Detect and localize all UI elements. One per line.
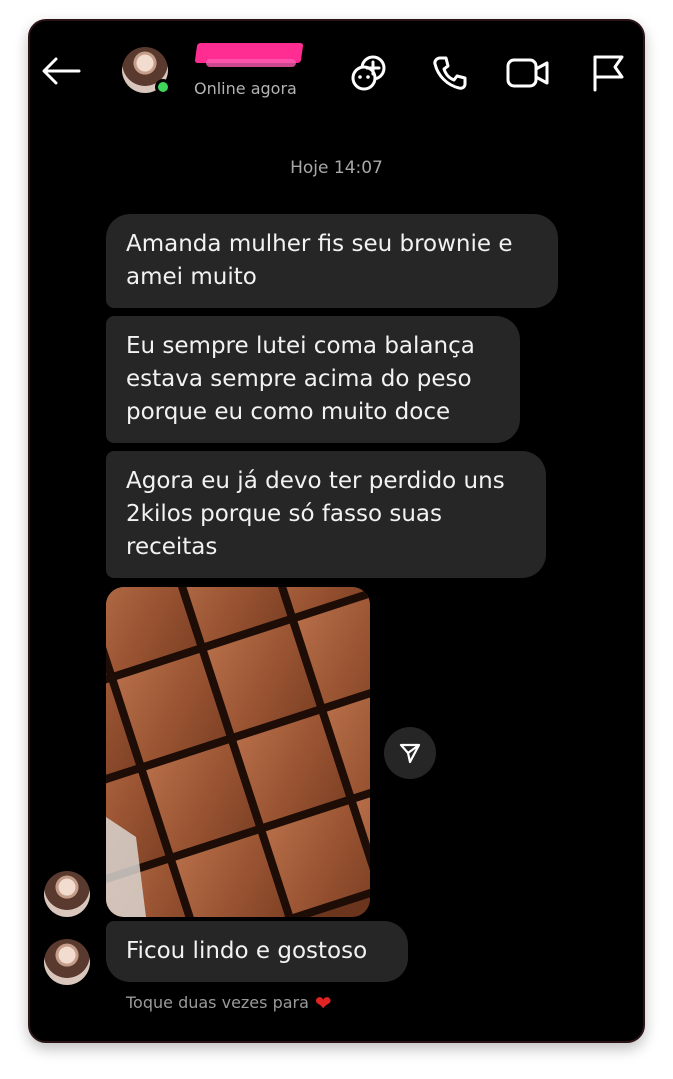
- hint-text: Toque duas vezes para: [126, 993, 309, 1012]
- send-icon[interactable]: [384, 727, 436, 779]
- redacted-name-mark: [206, 59, 296, 67]
- chat-screen: Online agora Hoje 14:07 Amanda mulher fi…: [28, 19, 645, 1043]
- avatar[interactable]: [44, 871, 90, 917]
- phone-icon[interactable]: [428, 51, 472, 95]
- effects-icon[interactable]: [348, 51, 392, 95]
- online-indicator: [155, 79, 171, 95]
- message-bubble[interactable]: Amanda mulher fis seu brownie e amei mui…: [106, 214, 558, 308]
- heart-icon: ❤: [314, 990, 332, 1015]
- chat-timestamp: Hoje 14:07: [290, 158, 383, 178]
- message-bubble[interactable]: Agora eu já devo ter perdido uns 2kilos …: [106, 451, 546, 578]
- online-status: Online agora: [194, 79, 297, 98]
- chat-header: Online agora: [30, 21, 643, 121]
- avatar[interactable]: [44, 939, 90, 985]
- message-bubble[interactable]: Ficou lindo e gostoso: [106, 921, 408, 982]
- flag-icon[interactable]: [586, 51, 630, 95]
- arrow-left-icon[interactable]: [40, 51, 82, 91]
- message-bubble[interactable]: Eu sempre lutei coma balança estava semp…: [106, 316, 520, 443]
- video-icon[interactable]: [506, 51, 550, 95]
- double-tap-hint: Toque duas vezes para ❤: [126, 990, 332, 1015]
- brownie-photo[interactable]: [106, 587, 370, 917]
